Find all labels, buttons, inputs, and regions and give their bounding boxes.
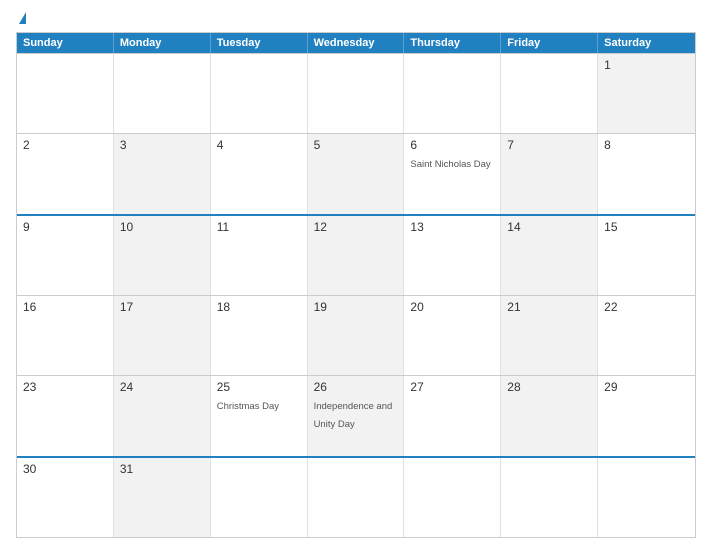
day-number: 10 [120,220,204,234]
day-header-sunday: Sunday [17,33,114,53]
day-cell: 13 [404,216,501,295]
calendar-grid: SundayMondayTuesdayWednesdayThursdayFrid… [16,32,696,538]
day-header-friday: Friday [501,33,598,53]
day-cell: 14 [501,216,598,295]
day-number: 13 [410,220,494,234]
week-row-1: 23456 Saint Nicholas Day 78 [17,133,695,213]
day-header-tuesday: Tuesday [211,33,308,53]
day-number: 8 [604,138,689,152]
day-cell: 1 [598,54,695,133]
calendar-page: SundayMondayTuesdayWednesdayThursdayFrid… [0,0,712,550]
day-cell: 23 [17,376,114,455]
day-number: 2 [23,138,107,152]
day-headers-row: SundayMondayTuesdayWednesdayThursdayFrid… [17,33,695,53]
day-event: Christmas Day [217,401,279,412]
day-cell: 12 [308,216,405,295]
day-cell [17,54,114,133]
day-number: 14 [507,220,591,234]
day-cell [308,458,405,537]
day-cell [211,54,308,133]
day-cell: 10 [114,216,211,295]
day-cell: 4 [211,134,308,213]
day-number: 28 [507,380,591,394]
week-row-0: 1 [17,53,695,133]
day-number: 22 [604,300,689,314]
day-number: 18 [217,300,301,314]
day-cell: 7 [501,134,598,213]
day-number: 17 [120,300,204,314]
day-number: 5 [314,138,398,152]
day-cell: 11 [211,216,308,295]
week-row-4: 23 24 25 Christmas Day 26 Independence and Un… [17,375,695,455]
day-number: 25 [217,380,301,394]
day-number: 11 [217,220,301,234]
day-number: 24 [120,380,204,394]
day-cell [211,458,308,537]
day-cell [404,458,501,537]
day-number: 4 [217,138,301,152]
day-cell: 29 [598,376,695,455]
day-cell [404,54,501,133]
day-cell: 6 Saint Nicholas Day [404,134,501,213]
weeks-container: 123456Saint Nicholas Day7891011121314151… [17,53,695,537]
day-number: 27 [410,380,494,394]
day-cell: 24 [114,376,211,455]
day-number: 7 [507,138,591,152]
day-event: Saint Nicholas Day [410,159,490,170]
day-number: 19 [314,300,398,314]
day-number: 12 [314,220,398,234]
day-cell: 27 [404,376,501,455]
week-row-5: 30 31 [17,456,695,537]
day-number: 1 [604,58,689,72]
logo [16,12,26,24]
day-number: 30 [23,462,107,476]
day-header-monday: Monday [114,33,211,53]
day-cell: 2 [17,134,114,213]
day-cell [501,458,598,537]
day-cell: 17 [114,296,211,375]
logo-triangle-icon [19,12,26,24]
day-cell: 28 [501,376,598,455]
day-cell: 26 Independence and Unity Day [308,376,405,455]
day-cell: 3 [114,134,211,213]
day-cell [501,54,598,133]
day-cell [114,54,211,133]
day-number: 15 [604,220,689,234]
day-cell: 15 [598,216,695,295]
day-cell: 18 [211,296,308,375]
day-header-saturday: Saturday [598,33,695,53]
day-number: 16 [23,300,107,314]
day-number: 9 [23,220,107,234]
day-number: 6 [410,138,494,152]
day-number: 21 [507,300,591,314]
day-cell: 19 [308,296,405,375]
day-number: 26 [314,380,398,394]
day-cell: 16 [17,296,114,375]
week-row-3: 16 17 18 19 20 21 22 [17,295,695,375]
day-cell: 25 Christmas Day [211,376,308,455]
header [16,12,696,24]
day-cell: 21 [501,296,598,375]
day-number: 3 [120,138,204,152]
day-number: 20 [410,300,494,314]
day-number: 29 [604,380,689,394]
day-header-thursday: Thursday [404,33,501,53]
day-number: 31 [120,462,204,476]
day-cell: 8 [598,134,695,213]
day-cell [308,54,405,133]
day-header-wednesday: Wednesday [308,33,405,53]
day-cell: 31 [114,458,211,537]
day-cell: 5 [308,134,405,213]
week-row-2: 9 10 11 12 13 14 15 [17,214,695,295]
day-cell: 30 [17,458,114,537]
day-cell: 9 [17,216,114,295]
day-number: 23 [23,380,107,394]
day-cell [598,458,695,537]
day-cell: 22 [598,296,695,375]
day-cell: 20 [404,296,501,375]
day-event: Independence and Unity Day [314,401,393,430]
